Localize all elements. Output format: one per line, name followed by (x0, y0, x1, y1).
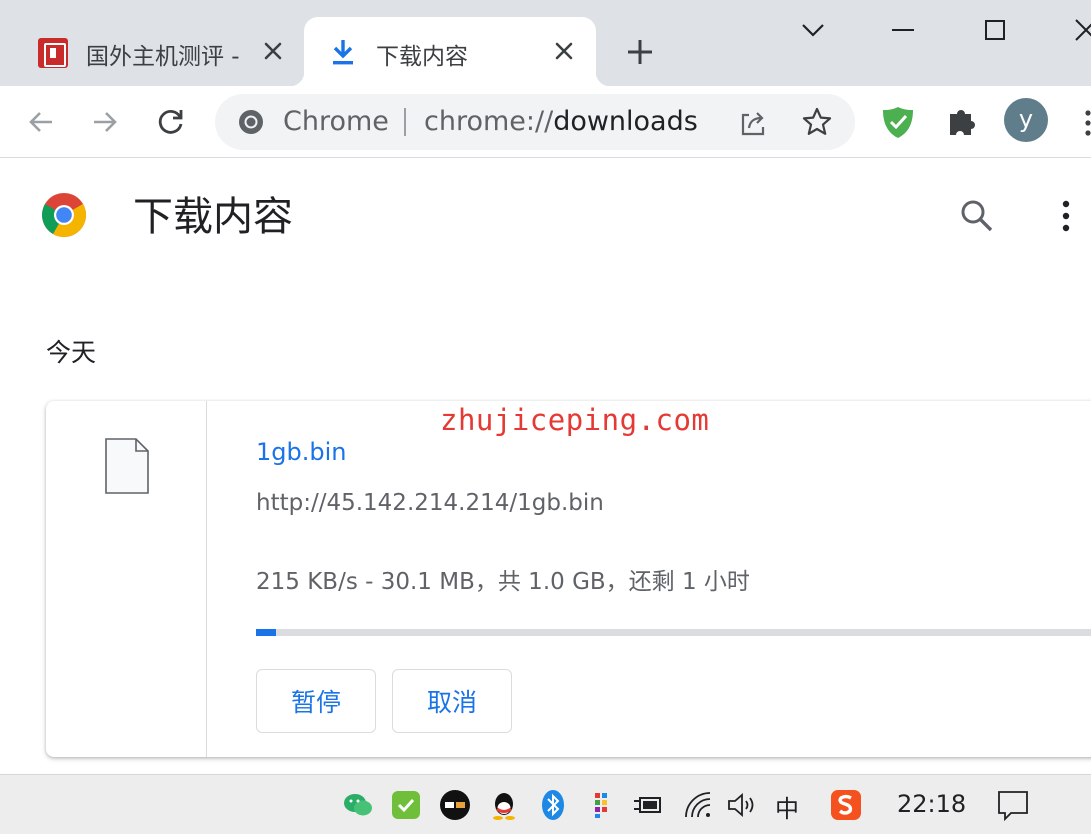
sogou-icon[interactable] (830, 789, 862, 821)
chrome-logo-icon (42, 193, 86, 237)
address-bar[interactable]: Chrome chrome://downloads (215, 94, 855, 150)
new-tab-plus-icon[interactable] (624, 36, 656, 68)
tab-strip: 国外主机测评 - 下载内容 (0, 0, 1091, 86)
wechat-icon[interactable] (342, 789, 374, 821)
minimize-icon[interactable] (887, 14, 919, 46)
downloads-header: 下载内容 (0, 159, 1091, 274)
file-source-url[interactable]: http://45.142.214.214/1gb.bin (256, 490, 604, 516)
more-vert-icon[interactable] (1054, 197, 1078, 235)
watermark-text: zhujiceping.com (440, 403, 710, 437)
share-icon[interactable] (737, 107, 769, 139)
download-progress-fill (256, 629, 277, 636)
download-progress-bar (256, 629, 1091, 636)
browser-toolbar: Chrome chrome://downloads y (0, 86, 1091, 158)
download-status: 215 KB/s - 30.1 MB，共 1.0 GB，还剩 1 小时 (256, 569, 750, 595)
tab-site[interactable]: 国外主机测评 - (14, 17, 304, 86)
window-close-icon[interactable] (1070, 14, 1091, 46)
maximize-icon[interactable] (979, 14, 1011, 46)
power-plug-icon[interactable] (632, 789, 664, 821)
tab-downloads[interactable]: 下载内容 (290, 17, 610, 86)
site-chip-label: Chrome (283, 106, 389, 137)
url-scheme: chrome:// (424, 106, 554, 137)
omnibox-divider (404, 108, 406, 136)
site-seal-icon (38, 38, 68, 68)
close-icon[interactable] (550, 37, 578, 65)
browser-menu-icon[interactable] (1082, 108, 1091, 138)
profile-avatar[interactable]: y (1004, 98, 1048, 142)
chrome-icon (239, 110, 263, 134)
bookmark-star-icon[interactable] (801, 106, 833, 138)
file-icon (105, 438, 149, 494)
pause-button[interactable]: 暂停 (256, 669, 376, 733)
cancel-button[interactable]: 取消 (392, 669, 512, 733)
download-item-card: 1gb.bin http://45.142.214.214/1gb.bin 21… (46, 401, 1091, 757)
back-arrow-icon[interactable] (24, 105, 58, 139)
ime-indicator[interactable]: 中 (775, 789, 799, 824)
page-title: 下载内容 (133, 194, 293, 240)
date-section-label: 今天 (46, 338, 97, 367)
extensions-puzzle-icon[interactable] (944, 104, 980, 140)
adguard-shield-icon[interactable] (880, 104, 916, 140)
forward-arrow-icon[interactable] (88, 105, 122, 139)
notification-icon[interactable] (997, 789, 1029, 821)
qq-icon[interactable] (488, 789, 520, 821)
app-badge-icon[interactable] (439, 789, 471, 821)
url-path: downloads (553, 106, 698, 137)
volume-icon[interactable] (726, 789, 758, 821)
tab-title: 国外主机测评 - (86, 44, 240, 70)
close-icon[interactable] (259, 37, 287, 65)
bluetooth-icon[interactable] (537, 789, 569, 821)
check-shield-icon[interactable] (390, 789, 422, 821)
file-name-link[interactable]: 1gb.bin (256, 438, 346, 466)
color-grid-icon[interactable] (585, 789, 617, 821)
reload-icon[interactable] (154, 105, 188, 139)
wifi-icon[interactable] (682, 789, 714, 821)
clock[interactable]: 22:18 (897, 790, 966, 818)
tab-title: 下载内容 (376, 44, 468, 70)
search-icon[interactable] (958, 197, 996, 235)
download-icon (333, 40, 353, 65)
url-text[interactable]: chrome://downloads (424, 106, 698, 137)
file-icon-column (46, 401, 207, 757)
chevron-down-icon[interactable] (797, 14, 829, 46)
windows-taskbar: 中 22:18 (0, 774, 1091, 834)
